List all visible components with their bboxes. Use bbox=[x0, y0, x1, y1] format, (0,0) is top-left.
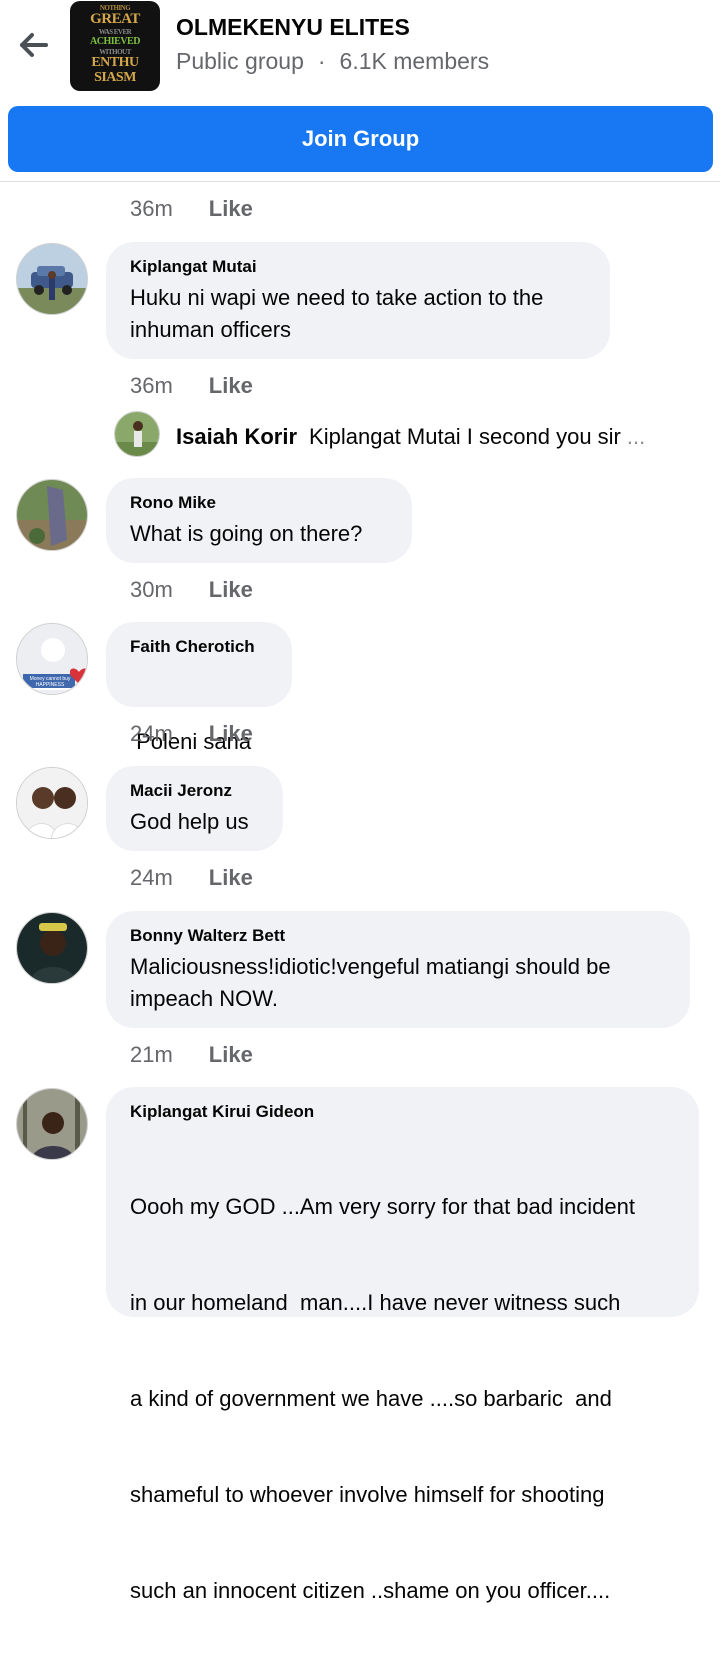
header-divider bbox=[0, 181, 720, 182]
comment-text-line: What is going on there? bbox=[130, 521, 363, 546]
reply-text: Kiplangat Mutai I second you sir bbox=[309, 424, 621, 449]
arrow-left-icon[interactable] bbox=[14, 28, 52, 62]
comment-bubble[interactable]: Macii Jeronz God help us bbox=[106, 766, 283, 851]
comment-author[interactable]: Kiplangat Mutai bbox=[130, 256, 586, 278]
like-button[interactable]: Like bbox=[209, 196, 253, 221]
comment-text-line: God help us bbox=[130, 809, 249, 834]
comment-author[interactable]: Bonny Walterz Bett bbox=[130, 925, 666, 947]
comment-text: What is going on there? bbox=[130, 518, 388, 550]
like-button[interactable]: Like bbox=[209, 721, 253, 746]
comment-text-line: impeach NOW. bbox=[130, 986, 278, 1011]
comment-author[interactable]: Faith Cherotich bbox=[130, 636, 268, 658]
like-button[interactable]: Like bbox=[209, 373, 253, 398]
comment-text: Oooh my GOD ...Am very sorry for that ba… bbox=[130, 1127, 675, 1671]
comment-text-line: a kind of government we have ....so barb… bbox=[130, 1386, 612, 1411]
reply-author[interactable]: Isaiah Korir bbox=[176, 424, 297, 449]
comment-time[interactable]: 36m bbox=[130, 196, 173, 221]
comment-meta: 36m Like bbox=[130, 373, 253, 399]
comment-bubble[interactable]: Kiplangat Kirui Gideon Oooh my GOD ...Am… bbox=[106, 1087, 699, 1603]
comment-time[interactable]: 36m bbox=[130, 373, 173, 398]
reply-ellipsis: ... bbox=[626, 424, 646, 449]
comment-meta: 36m Like bbox=[130, 196, 253, 222]
comment-text-line: shameful to whoever involve himself for … bbox=[130, 1482, 605, 1507]
comment-time[interactable]: 30m bbox=[130, 577, 173, 602]
avatar[interactable] bbox=[16, 243, 88, 315]
avatar[interactable]: Money cannot buy HAPPINESS bbox=[16, 623, 88, 695]
group-header: NOTHING GREAT WAS EVER ACHIEVED WITHOUT … bbox=[0, 0, 720, 100]
avatar[interactable] bbox=[16, 912, 88, 984]
comment-bubble[interactable]: Bonny Walterz Bett Maliciousness!idiotic… bbox=[106, 911, 690, 1028]
comment-bubble[interactable]: Faith Cherotich Poleni sana bbox=[106, 622, 292, 754]
avatar[interactable] bbox=[114, 411, 160, 457]
group-cover-thumbnail[interactable]: NOTHING GREAT WAS EVER ACHIEVED WITHOUT … bbox=[70, 1, 160, 91]
avatar[interactable] bbox=[16, 1088, 88, 1160]
comment-text-line: Maliciousness!idiotic!vengeful matiangi … bbox=[130, 954, 611, 979]
comment-text-line: such an innocent citizen ..shame on you … bbox=[130, 1578, 611, 1603]
comment-time[interactable]: 24m bbox=[130, 865, 173, 890]
avatar[interactable] bbox=[16, 767, 88, 839]
comment-bubble[interactable]: Rono Mike What is going on there? bbox=[106, 478, 412, 563]
like-button[interactable]: Like bbox=[209, 865, 253, 890]
comment-text-line: Huku ni wapi we need to take action to t… bbox=[130, 285, 544, 310]
comment-text: God help us bbox=[130, 806, 259, 838]
comment-meta: 21m Like bbox=[130, 1042, 253, 1068]
comment-author[interactable]: Rono Mike bbox=[130, 492, 388, 514]
group-meta: Public group · 6.1K members bbox=[176, 48, 489, 75]
comment-author[interactable]: Kiplangat Kirui Gideon bbox=[130, 1101, 675, 1123]
comment-author[interactable]: Macii Jeronz bbox=[130, 780, 259, 802]
comment-text-line: Oooh my GOD ...Am very sorry for that ba… bbox=[130, 1194, 635, 1219]
comment-bubble[interactable]: Kiplangat Mutai Huku ni wapi we need to … bbox=[106, 242, 610, 359]
comment-meta: 24m Like bbox=[130, 721, 253, 747]
join-group-button[interactable]: Join Group bbox=[8, 106, 713, 172]
comment-time[interactable]: 21m bbox=[130, 1042, 173, 1067]
reply-preview[interactable]: Isaiah Korir Kiplangat Mutai I second you… bbox=[176, 424, 645, 450]
comment-text: Huku ni wapi we need to take action to t… bbox=[130, 282, 586, 346]
comment-meta: 24m Like bbox=[130, 865, 253, 891]
separator-dot: · bbox=[317, 48, 326, 74]
comment-time[interactable]: 24m bbox=[130, 721, 173, 746]
group-privacy: Public group bbox=[176, 48, 304, 74]
comment-meta: 30m Like bbox=[130, 577, 253, 603]
avatar-caption: Money cannot buy HAPPINESS bbox=[29, 676, 71, 688]
comment-text-line: in our homeland man....I have never witn… bbox=[130, 1290, 621, 1315]
group-name[interactable]: OLMEKENYU ELITES bbox=[176, 14, 410, 41]
avatar[interactable] bbox=[16, 479, 88, 551]
member-count[interactable]: 6.1K members bbox=[340, 48, 490, 74]
comment-text: Maliciousness!idiotic!vengeful matiangi … bbox=[130, 951, 666, 1015]
comment-text-line: inhuman officers bbox=[130, 317, 292, 342]
like-button[interactable]: Like bbox=[209, 577, 253, 602]
like-button[interactable]: Like bbox=[209, 1042, 253, 1067]
